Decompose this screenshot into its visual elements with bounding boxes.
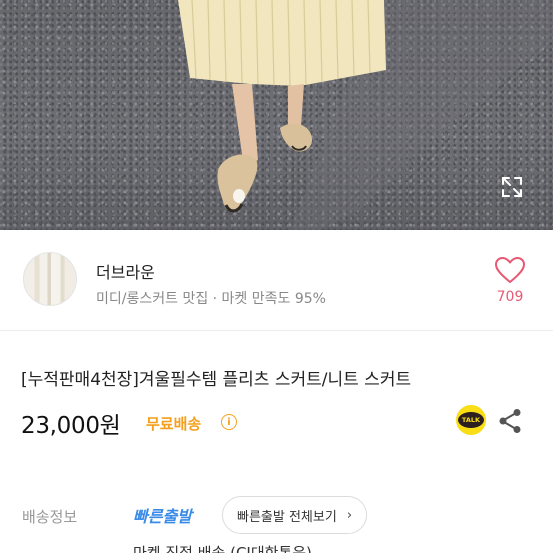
fast-departure-view-all-label: 빠른출발 전체보기 (237, 509, 337, 525)
product-title: [누적판매4천장]겨울필수템 플리츠 스커트/니트 스커트 (21, 370, 412, 390)
fast-departure-view-all-button[interactable]: 빠른출발 전체보기 › (222, 496, 368, 534)
chevron-right-icon: › (346, 507, 353, 523)
kakao-talk-button[interactable]: TALK (456, 405, 486, 435)
product-photo-illustration (178, 0, 553, 230)
share-icon (499, 409, 521, 433)
seller-section[interactable] (0, 230, 553, 330)
section-divider (0, 330, 553, 331)
product-photo[interactable] (0, 0, 553, 230)
section-gap (0, 465, 553, 473)
info-icon[interactable]: i (221, 414, 237, 430)
product-price: 23,000원 (21, 413, 121, 439)
like-button[interactable] (494, 256, 526, 284)
seller-avatar[interactable] (23, 252, 77, 306)
free-shipping-badge: 무료배송 (146, 415, 202, 433)
seller-name[interactable]: 더브라운 (96, 259, 155, 283)
talk-bubble-icon: TALK (458, 412, 484, 428)
expand-arrows-icon (502, 177, 522, 197)
fast-departure-tag: 빠른출발 (133, 507, 192, 526)
heart-outline-icon (495, 257, 525, 283)
share-button[interactable] (498, 408, 522, 434)
shipping-info-label: 배송정보 (22, 508, 78, 526)
like-count: 709 (496, 289, 524, 305)
seller-subtitle: 미디/롱스커트 맛집 · 마켓 만족도 95% (96, 291, 326, 307)
shipping-detail: 마켓 직접 배송 (CJ대한통운) (133, 544, 312, 553)
expand-photo-button[interactable] (500, 175, 530, 205)
